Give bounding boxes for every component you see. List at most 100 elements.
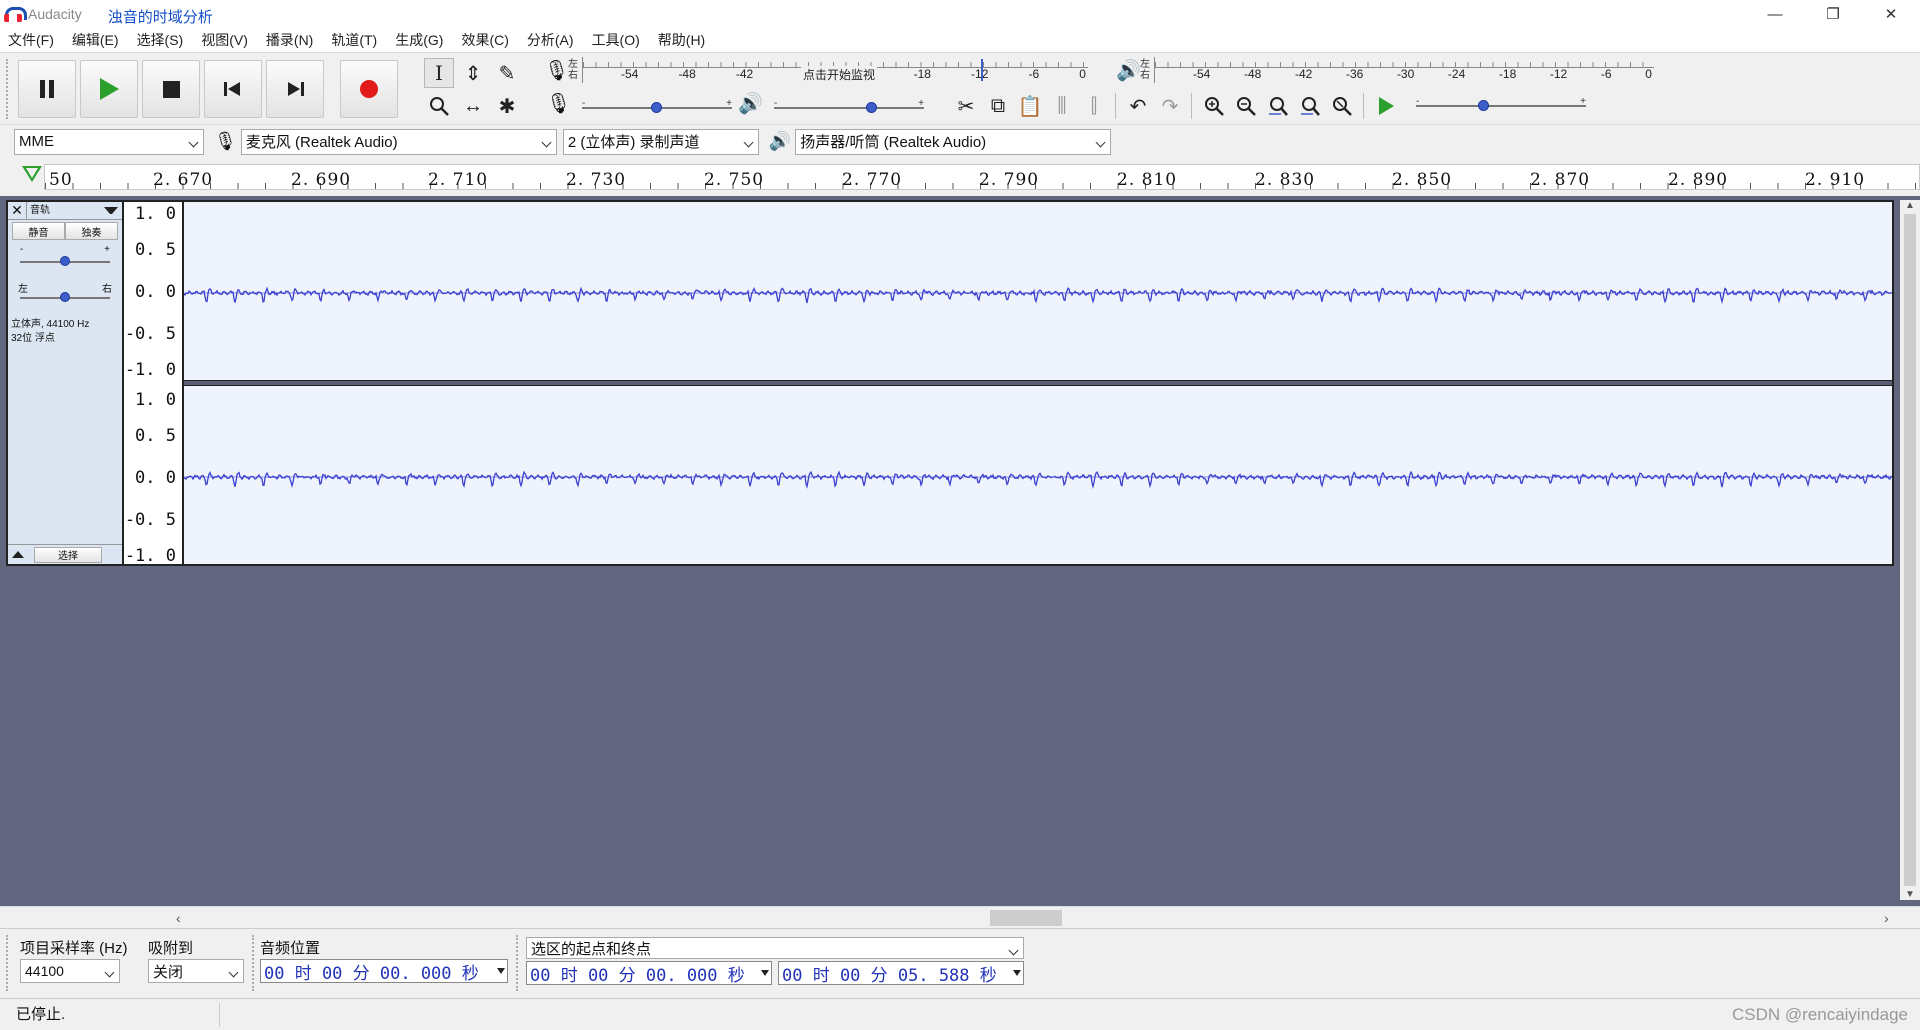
trim-button[interactable]: ⫼: [1046, 91, 1078, 121]
slider-knob[interactable]: [1478, 100, 1489, 111]
pause-button[interactable]: [18, 60, 76, 118]
slider-knob[interactable]: [60, 292, 70, 302]
menu-analyze[interactable]: 分析(A): [527, 30, 574, 50]
play-head-icon[interactable]: [22, 166, 42, 182]
slider-knob[interactable]: [651, 102, 662, 113]
skip-to-start-button[interactable]: [204, 60, 262, 118]
fit-selection-button[interactable]: [1262, 91, 1294, 121]
timeline[interactable]: 50 2. 670 2. 690 2. 710 2. 730 2. 750 2.…: [0, 158, 1920, 196]
device-toolbar: MME 🎙 麦克风 (Realtek Audio) 2 (立体声) 录制声道 🔊…: [0, 124, 1920, 158]
recording-channels-select[interactable]: 2 (立体声) 录制声道: [562, 128, 759, 155]
play-speed-slider[interactable]: - +: [1416, 95, 1586, 117]
play-button[interactable]: [80, 60, 138, 118]
mute-button[interactable]: 静音: [12, 222, 65, 240]
fit-project-button[interactable]: [1294, 91, 1326, 121]
record-button[interactable]: [340, 60, 398, 118]
toolbar-grip[interactable]: [516, 935, 520, 991]
zoom-tool-button[interactable]: [424, 91, 454, 121]
redo-button[interactable]: ↷: [1154, 91, 1186, 121]
close-button[interactable]: ✕: [1862, 0, 1920, 28]
stop-button[interactable]: [142, 60, 200, 118]
menu-tools[interactable]: 工具(O): [592, 30, 640, 50]
multi-tool-button[interactable]: ✱: [492, 91, 522, 121]
menu-help[interactable]: 帮助(H): [658, 30, 705, 50]
silence-button[interactable]: ⫿: [1078, 91, 1110, 121]
scroll-right-icon[interactable]: ›: [1884, 910, 1889, 926]
record-volume-slider[interactable]: - +: [582, 97, 732, 119]
slider-knob[interactable]: [865, 102, 877, 113]
right-channel[interactable]: [184, 386, 1892, 564]
zoom-out-button[interactable]: [1230, 91, 1262, 121]
track-info: 立体声, 44100 Hz 32位 浮点: [11, 319, 90, 344]
paste-button[interactable]: 📋: [1014, 91, 1046, 121]
toolbar-grip[interactable]: [6, 935, 10, 991]
scroll-left-icon[interactable]: ‹: [176, 910, 181, 926]
window-title: 浊音的时域分析: [107, 8, 213, 26]
toolbar-grip[interactable]: [252, 935, 256, 991]
chevron-down-icon[interactable]: [497, 968, 505, 974]
collapse-track-button[interactable]: [8, 551, 28, 558]
audio-position-field[interactable]: 00 时 00 分 00. 000 秒: [260, 959, 508, 983]
waveform-area[interactable]: [182, 200, 1894, 566]
gain-slider[interactable]: - +: [8, 242, 122, 278]
left-channel[interactable]: [184, 202, 1892, 380]
menu-file[interactable]: 文件(F): [8, 30, 54, 50]
timeline-ruler[interactable]: 50 2. 670 2. 690 2. 710 2. 730 2. 750 2.…: [44, 164, 1920, 190]
recording-device-select[interactable]: 麦克风 (Realtek Audio): [240, 128, 557, 155]
envelope-tool-button[interactable]: ⇕: [458, 58, 488, 88]
selection-mode-select[interactable]: 选区的起点和终点: [526, 937, 1024, 959]
vertical-scrollbar[interactable]: ▲ ▼: [1900, 200, 1920, 900]
playback-device-select[interactable]: 扬声器/听筒 (Realtek Audio): [795, 128, 1112, 155]
chevron-down-icon[interactable]: [1013, 970, 1021, 976]
menu-select[interactable]: 选择(S): [137, 30, 184, 50]
amplitude-ruler[interactable]: 1. 0 0. 5 0. 0 -0. 5 -1. 0 1. 0 0. 5 0. …: [124, 200, 182, 566]
snap-to-select[interactable]: 关闭: [148, 959, 244, 983]
chevron-down-icon[interactable]: [761, 970, 769, 976]
record-meter[interactable]: 🎙 左右 -54 -48 -42 -18 -12 -6 0 点击开始监视: [544, 55, 1088, 85]
scroll-down-icon[interactable]: ▼: [1905, 889, 1915, 900]
menu-view[interactable]: 视图(V): [201, 30, 248, 50]
amplitude-label: 0. 0: [135, 468, 176, 488]
toolbar-grip[interactable]: [6, 59, 12, 119]
cut-button[interactable]: ✂: [950, 91, 982, 121]
menu-tracks[interactable]: 轨道(T): [331, 30, 377, 50]
skip-to-end-button[interactable]: [266, 60, 324, 118]
restore-button[interactable]: ❐: [1804, 0, 1862, 28]
copy-icon: ⧉: [990, 94, 1006, 117]
scroll-thumb[interactable]: [1904, 214, 1916, 886]
solo-button[interactable]: 独奏: [65, 222, 118, 240]
selection-end-field[interactable]: 00 时 00 分 05. 588 秒: [778, 961, 1024, 985]
horizontal-scrollbar[interactable]: ‹ ›: [0, 906, 1920, 928]
scroll-thumb[interactable]: [990, 910, 1062, 926]
undo-button[interactable]: ↶: [1122, 91, 1154, 121]
track-panel[interactable]: ✕ 音轨 静音 独奏 - + 左 右 立体声, 44100 Hz 32位 浮点 …: [0, 196, 1920, 906]
copy-button[interactable]: ⧉: [982, 91, 1014, 121]
slider-knob[interactable]: [60, 256, 70, 266]
timeshift-tool-button[interactable]: ↔: [458, 91, 488, 121]
minimize-button[interactable]: —: [1746, 0, 1804, 28]
pan-slider[interactable]: 左 右: [8, 278, 122, 314]
menu-edit[interactable]: 编辑(E): [72, 30, 119, 50]
menu-generate[interactable]: 生成(G): [395, 30, 443, 50]
scroll-up-icon[interactable]: ▲: [1905, 200, 1915, 211]
zoom-in-button[interactable]: [1198, 91, 1230, 121]
selection-tool-button[interactable]: I: [424, 58, 454, 88]
close-track-button[interactable]: ✕: [8, 202, 26, 219]
monitor-hint[interactable]: 点击开始监视: [801, 66, 878, 83]
playback-meter[interactable]: 🔊 左右 -54 -48 -42 -36 -30 -24 -18 -12 -6 …: [1116, 55, 1654, 85]
audio-host-select[interactable]: MME: [14, 128, 204, 155]
play-at-speed-icon: [1378, 97, 1394, 115]
status-bar: 已停止. CSDN @rencaiyindage: [0, 998, 1920, 1030]
menu-effect[interactable]: 效果(C): [461, 30, 508, 50]
select-track-button[interactable]: 选择: [34, 546, 102, 563]
menu-transport[interactable]: 播录(N): [266, 30, 313, 50]
play-at-speed-button[interactable]: [1370, 91, 1402, 121]
project-rate-select[interactable]: 44100: [20, 959, 120, 983]
zoom-in-icon: [1205, 97, 1224, 116]
track-name-menu[interactable]: 音轨: [26, 201, 104, 220]
draw-tool-button[interactable]: ✎: [492, 58, 522, 88]
selection-start-field[interactable]: 00 时 00 分 00. 000 秒: [526, 961, 772, 985]
chevron-down-icon[interactable]: [104, 207, 118, 214]
playback-volume-slider[interactable]: - +: [774, 97, 924, 119]
zoom-toggle-button[interactable]: [1326, 91, 1358, 121]
